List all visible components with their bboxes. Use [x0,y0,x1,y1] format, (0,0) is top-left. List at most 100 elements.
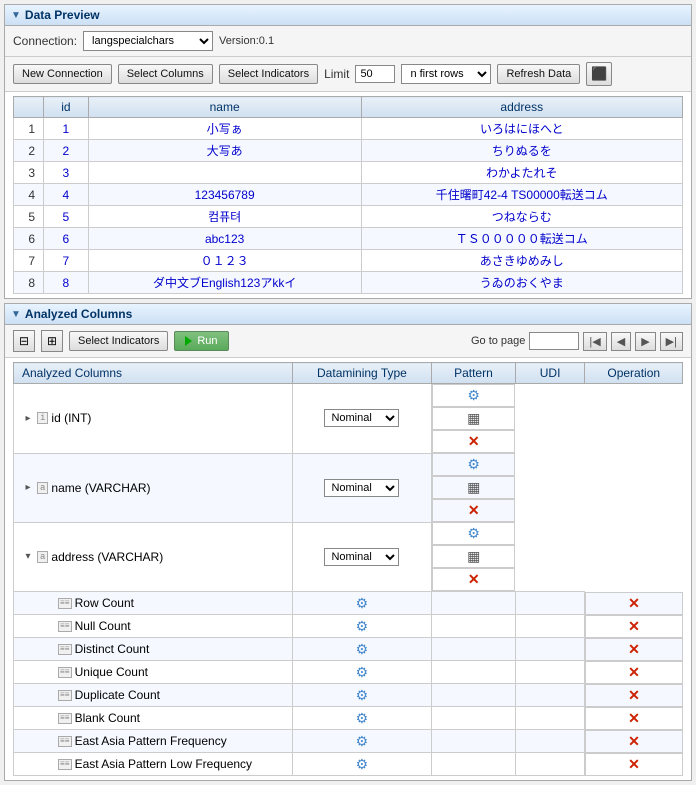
sub-delete-icon-2-2[interactable]: ✕ [628,641,640,658]
sub-delete-2-1: ✕ [585,615,682,638]
delete-icon-1[interactable]: ✕ [468,502,480,519]
cell-name-2: 大写あ [88,140,361,162]
col-display-name-2: address (VARCHAR) [51,550,163,564]
sub-udi-2-2 [515,638,585,661]
export-button[interactable]: ⬛ [586,62,612,86]
nav-next-button[interactable]: ▶ [635,332,655,351]
nominal-select-2[interactable]: Nominal [324,548,399,566]
cell-id-1: 1 [44,118,89,140]
col-header-operation: Operation [585,363,683,384]
analyzed-row-2: ▾ a address (VARCHAR) Nominal ⚙ ▦ ✕ [14,522,683,592]
cell-id-4: 4 [44,184,89,206]
pattern-gear-icon-0[interactable]: ⚙ [467,387,480,404]
analyzed-select-indicators-button[interactable]: Select Indicators [69,331,168,351]
expand-btn-0[interactable]: ▸ [22,413,34,424]
rows-select[interactable]: n first rows [401,64,491,84]
sub-delete-2-3: ✕ [585,661,682,684]
cell-address-2: ちりぬるを [361,140,683,162]
pattern-gear-icon-1[interactable]: ⚙ [467,456,480,473]
delete-icon-0[interactable]: ✕ [468,433,480,450]
sub-udi-2-6 [515,730,585,753]
connection-label: Connection: [13,34,77,48]
expand-btn-2[interactable]: ▾ [22,551,34,562]
run-button[interactable]: Run [174,331,228,351]
udi-icon-0[interactable]: ▦ [467,410,480,427]
sub-gear-datamining-2-5[interactable]: ⚙ [297,710,427,727]
delete-icon-2[interactable]: ✕ [468,571,480,588]
sub-gear-datamining-2-3[interactable]: ⚙ [297,664,427,681]
sub-delete-icon-2-1[interactable]: ✕ [628,618,640,635]
page-input[interactable] [529,332,579,350]
udi-icon-2[interactable]: ▦ [467,548,480,565]
sub-gear-datamining-2-1[interactable]: ⚙ [297,618,427,635]
pattern-cell-1: ⚙ [432,453,515,476]
sub-pattern-2-3 [432,661,516,684]
col-display-name-1: name (VARCHAR) [51,481,150,495]
data-preview-header: ▼ Data Preview [5,5,691,26]
sub-display-name-2-0: Row Count [75,596,134,610]
analyzed-collapse-icon[interactable]: ▼ [11,309,21,320]
panel-collapse-icon[interactable]: ▼ [11,10,21,21]
sub-delete-icon-2-7[interactable]: ✕ [628,756,640,773]
col-type-icon-1: a [37,482,48,494]
sub-delete-icon-2-4[interactable]: ✕ [628,687,640,704]
analyzed-toolbar: ⊟ ⊞ Select Indicators Run Go to page |◀ … [5,325,691,358]
udi-cell-2: ▦ [432,545,515,568]
new-connection-button[interactable]: New Connection [13,64,112,84]
cell-address-8: うゐのおくやま [361,272,683,294]
sub-display-name-2-7: East Asia Pattern Low Frequency [75,757,252,771]
pattern-gear-icon-2[interactable]: ⚙ [467,525,480,542]
udi-icon-1[interactable]: ▦ [467,479,480,496]
cell-address-5: つねならむ [361,206,683,228]
analyzed-row-0: ▸ i id (INT) Nominal ⚙ ▦ ✕ [14,384,683,454]
nav-last-button[interactable]: ▶| [660,332,683,351]
cell-id-8: 8 [44,272,89,294]
sub-icon-2-5: ≡≡ [58,713,72,724]
refresh-data-button[interactable]: Refresh Data [497,64,580,84]
delete-cell-1: ✕ [432,499,515,522]
sub-datamining-2-3: ⚙ [292,661,431,684]
sub-icon-2-7: ≡≡ [58,759,72,770]
sub-gear-datamining-2-2[interactable]: ⚙ [297,641,427,658]
analyzed-expand-button[interactable]: ⊞ [41,330,63,352]
data-table: id name address 1 1 小写ぁ いろはにほへと 2 2 大写あ … [13,96,683,294]
select-columns-button[interactable]: Select Columns [118,64,213,84]
sub-gear-datamining-2-4[interactable]: ⚙ [297,687,427,704]
sub-pattern-2-2 [432,638,516,661]
sub-datamining-2-5: ⚙ [292,707,431,730]
analyzed-title: Analyzed Columns [25,307,132,321]
row-num-3: 3 [14,162,44,184]
sub-pattern-2-7 [432,753,516,776]
sub-gear-datamining-2-6[interactable]: ⚙ [297,733,427,750]
col-header-id: id [44,97,89,118]
analyzed-shrink-button[interactable]: ⊟ [13,330,35,352]
action-toolbar: New Connection Select Columns Select Ind… [5,57,691,92]
nav-first-button[interactable]: |◀ [583,332,606,351]
sub-delete-icon-2-6[interactable]: ✕ [628,733,640,750]
cell-name-1: 小写ぁ [88,118,361,140]
run-icon [185,336,192,346]
nominal-select-1[interactable]: Nominal [324,479,399,497]
sub-icon-2-2: ≡≡ [58,644,72,655]
sub-delete-2-6: ✕ [585,730,682,753]
limit-input[interactable] [355,65,395,83]
select-indicators-button[interactable]: Select Indicators [219,64,318,84]
expand-btn-1[interactable]: ▸ [22,482,34,493]
sub-delete-2-2: ✕ [585,638,682,661]
nav-prev-button[interactable]: ◀ [611,332,631,351]
sub-gear-datamining-2-7[interactable]: ⚙ [297,756,427,773]
cell-name-5: 컴퓨텨 [88,206,361,228]
nominal-select-0[interactable]: Nominal [324,409,399,427]
sub-delete-icon-2-5[interactable]: ✕ [628,710,640,727]
sub-col-name-2-0: ≡≡ Row Count [14,592,293,615]
sub-gear-datamining-2-0[interactable]: ⚙ [297,595,427,612]
datamining-type-0: Nominal [292,384,431,454]
sub-delete-icon-2-3[interactable]: ✕ [628,664,640,681]
delete-cell-2: ✕ [432,568,515,591]
cell-name-4: 123456789 [88,184,361,206]
sub-delete-icon-2-0[interactable]: ✕ [628,595,640,612]
analyzed-columns-panel: ▼ Analyzed Columns ⊟ ⊞ Select Indicators… [4,303,692,781]
sub-row-2-1: ≡≡ Null Count ⚙ ✕ [14,615,683,638]
sub-icon-2-0: ≡≡ [58,598,72,609]
connection-select[interactable]: langspecialchars [83,31,213,51]
